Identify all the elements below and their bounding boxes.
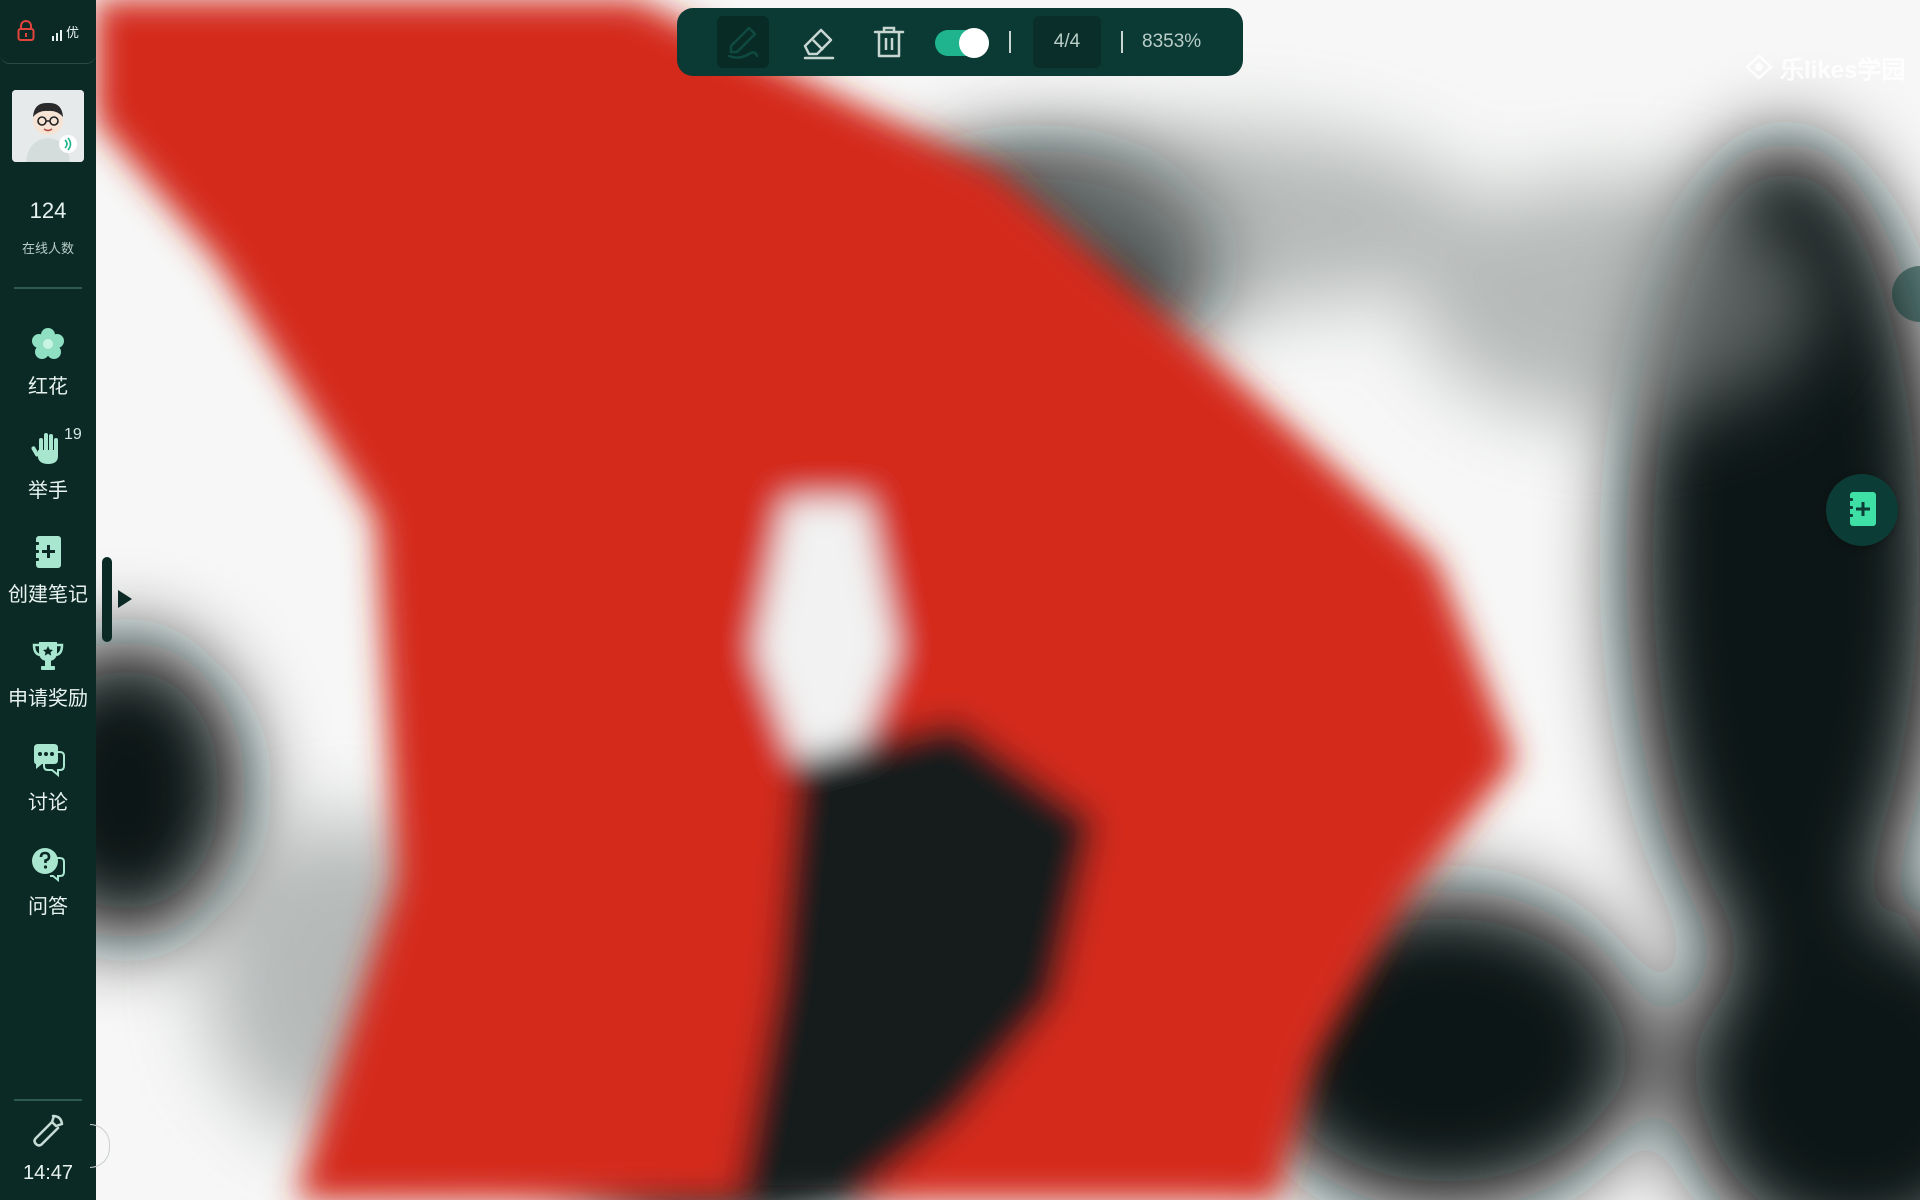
sidebar-item-create-note[interactable]: 创建笔记	[0, 534, 96, 624]
sidebar-item-flower[interactable]: 红花	[0, 326, 96, 416]
trash-icon	[873, 26, 905, 58]
sidebar-handle[interactable]	[102, 557, 112, 642]
sidebar-divider	[14, 287, 82, 289]
status-bar: 优	[0, 0, 96, 64]
online-count-label: 在线人数	[21, 241, 74, 256]
wrench-icon[interactable]	[28, 1112, 66, 1150]
logo-icon	[1745, 54, 1773, 80]
eraser-button[interactable]	[793, 16, 841, 68]
discussion-icon	[34, 744, 65, 778]
pen-button[interactable]	[717, 16, 769, 68]
raise-hand-count: 19	[64, 426, 82, 443]
eraser-icon	[803, 28, 835, 60]
trophy-icon	[32, 642, 64, 670]
sidebar-item-label: 申请奖励	[8, 688, 88, 710]
network-quality: 优	[66, 25, 80, 40]
notebook-add-icon	[1847, 492, 1876, 526]
sidebar-item-label: 问答	[28, 896, 68, 918]
sidebar: 优 124 在线人数 红花 19 举手 创建笔记 申请奖励 讨论 问答 14:4…	[0, 0, 96, 1200]
toolbar-separator	[1009, 31, 1011, 53]
lock-icon	[17, 20, 35, 41]
expand-arrow-icon[interactable]	[116, 588, 134, 610]
add-note-button[interactable]	[1826, 474, 1898, 546]
avatar[interactable]	[12, 90, 84, 162]
drawing-toolbar: 4/4 8353%	[677, 8, 1243, 76]
zoom-level: 8353%	[1142, 31, 1202, 52]
flower-icon	[32, 328, 64, 359]
sidebar-item-apply-reward[interactable]: 申请奖励	[0, 638, 96, 728]
network-status: 优	[52, 22, 79, 41]
sidebar-item-raise-hand[interactable]: 19 举手	[0, 426, 96, 520]
pen-icon	[727, 26, 759, 59]
watermark: 乐likes学园	[1744, 52, 1906, 84]
zoomed-image	[96, 0, 1920, 1200]
clear-button[interactable]	[865, 16, 913, 68]
draw-toggle[interactable]	[935, 28, 989, 58]
qa-icon	[32, 848, 65, 882]
sidebar-item-label: 讨论	[28, 792, 68, 814]
clock: 14:47	[22, 1162, 74, 1184]
sidebar-item-label: 举手	[28, 480, 68, 502]
toolbar-separator	[1121, 31, 1123, 53]
sidebar-item-label: 红花	[28, 376, 68, 398]
toggle-knob	[959, 28, 989, 58]
avatar-image	[12, 90, 84, 162]
online-count: 124	[29, 198, 67, 223]
sidebar-item-discussion[interactable]: 讨论	[0, 742, 96, 832]
sidebar-divider	[14, 1099, 82, 1101]
raise-hand-icon	[31, 433, 58, 464]
notebook-add-icon	[34, 536, 61, 568]
signal-icon	[52, 29, 62, 41]
watermark-text: 乐likes学园	[1780, 56, 1906, 84]
sidebar-item-label: 创建笔记	[8, 584, 88, 606]
whiteboard-content[interactable]	[96, 0, 1920, 1200]
sidebar-item-qa[interactable]: 问答	[0, 846, 96, 936]
page-indicator[interactable]: 4/4	[1033, 16, 1101, 68]
